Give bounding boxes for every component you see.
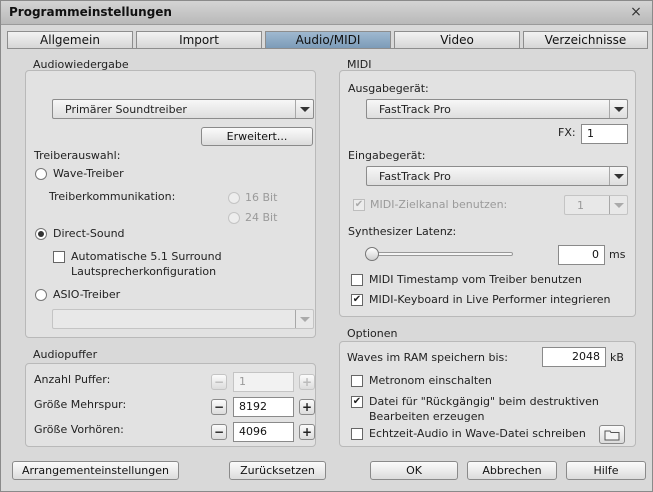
asio-driver-label: ASIO-Treiber	[53, 288, 121, 301]
bit24-radio[interactable]	[228, 212, 240, 224]
window-title: Programmeinstellungen	[9, 5, 172, 19]
fx-field[interactable]: 1	[581, 124, 628, 144]
chevron-down-icon	[609, 100, 627, 118]
buffer-count-label: Anzahl Puffer:	[34, 373, 111, 386]
driver-comm-label: Treiberkommunikation:	[49, 190, 176, 203]
realtime-audio-checkbox[interactable]	[351, 428, 363, 440]
arrangement-settings-button[interactable]: Arrangementeinstellungen	[12, 461, 179, 480]
chevron-down-icon	[295, 310, 313, 328]
ok-button[interactable]: OK	[370, 461, 458, 480]
help-button[interactable]: Hilfe	[566, 461, 646, 480]
tab-audio-midi[interactable]: Audio/MIDI	[265, 31, 391, 49]
keyboard-label: MIDI-Keyboard in Live Performer integrie…	[369, 293, 611, 306]
realtime-audio-label: Echtzeit-Audio in Wave-Datei schreiben	[369, 427, 586, 440]
input-device-dropdown[interactable]: FastTrack Pro	[366, 166, 628, 186]
advanced-button[interactable]: Erweitert...	[201, 127, 313, 146]
waves-ram-unit: kB	[610, 351, 624, 364]
audio-playback-title: Audiowiedergabe	[33, 58, 129, 71]
metronome-label: Metronom einschalten	[369, 374, 492, 387]
output-device-value: FastTrack Pro	[379, 103, 451, 116]
tab-import[interactable]: Import	[136, 31, 262, 49]
target-channel-value: 1	[577, 199, 584, 212]
latency-field[interactable]: 0	[558, 245, 605, 265]
tab-verzeichnisse[interactable]: Verzeichnisse	[523, 31, 648, 49]
audio-buffer-title: Audiopuffer	[33, 348, 98, 361]
chevron-down-icon	[295, 100, 313, 118]
wave-driver-label: Wave-Treiber	[53, 167, 124, 180]
tab-divider	[7, 48, 648, 49]
sound-driver-value: Primärer Soundtreiber	[65, 103, 187, 116]
bit24-label: 24 Bit	[245, 211, 278, 224]
options-title: Optionen	[347, 327, 398, 340]
input-device-value: FastTrack Pro	[379, 170, 451, 183]
asio-driver-radio[interactable]	[35, 289, 47, 301]
latency-slider-thumb[interactable]	[365, 247, 379, 261]
undo-file-label-line2: Bearbeiten erzeugen	[369, 410, 485, 423]
chevron-down-icon	[609, 196, 627, 214]
cancel-button[interactable]: Abbrechen	[467, 461, 557, 480]
undo-file-checkbox[interactable]: ✔	[351, 396, 363, 408]
output-device-dropdown[interactable]: FastTrack Pro	[366, 99, 628, 119]
bit16-label: 16 Bit	[245, 191, 278, 204]
preview-minus-button[interactable]: −	[211, 424, 227, 440]
driver-choice-label: Treiberauswahl:	[34, 149, 121, 162]
tab-video[interactable]: Video	[394, 31, 520, 49]
waves-ram-label: Waves im RAM speichern bis:	[347, 351, 508, 364]
bit16-radio[interactable]	[228, 192, 240, 204]
direct-sound-radio[interactable]	[35, 228, 47, 240]
settings-dialog: Programmeinstellungen × Allgemein Import…	[0, 0, 653, 492]
surround-label-line1: Automatische 5.1 Surround	[71, 250, 222, 263]
multitrack-size-field[interactable]: 8192	[233, 397, 294, 417]
keyboard-checkbox[interactable]: ✔	[351, 294, 363, 306]
buffer-count-minus-button[interactable]: −	[211, 374, 227, 390]
timestamp-label: MIDI Timestamp vom Treiber benutzen	[369, 273, 582, 286]
waves-ram-field[interactable]: 2048	[542, 347, 606, 367]
preview-size-label: Größe Vorhören:	[34, 423, 124, 436]
multitrack-plus-button[interactable]: +	[299, 399, 315, 415]
latency-slider-track[interactable]	[369, 252, 513, 256]
tab-allgemein[interactable]: Allgemein	[7, 31, 133, 49]
direct-sound-label: Direct-Sound	[53, 227, 125, 240]
undo-file-label-line1: Datei für "Rückgängig" beim destruktiven	[369, 395, 599, 408]
latency-unit: ms	[609, 248, 626, 261]
buffer-count-field[interactable]: 1	[233, 372, 294, 392]
folder-button[interactable]	[599, 425, 625, 444]
title-bar: Programmeinstellungen ×	[1, 1, 652, 25]
multitrack-size-label: Größe Mehrspur:	[34, 398, 127, 411]
target-channel-label: MIDI-Zielkanal benutzen:	[370, 198, 508, 211]
chevron-down-icon	[609, 167, 627, 185]
metronome-checkbox[interactable]	[351, 375, 363, 387]
reset-button[interactable]: Zurücksetzen	[229, 461, 326, 480]
output-device-label: Ausgabegerät:	[348, 82, 429, 95]
preview-plus-button[interactable]: +	[299, 424, 315, 440]
sound-driver-dropdown[interactable]: Primärer Soundtreiber	[52, 99, 314, 119]
fx-label: FX:	[558, 126, 576, 139]
preview-size-field[interactable]: 4096	[233, 422, 294, 442]
target-channel-dropdown[interactable]: 1	[564, 195, 628, 215]
folder-icon	[604, 430, 620, 440]
target-channel-checkbox[interactable]: ✔	[353, 199, 365, 211]
latency-label: Synthesizer Latenz:	[348, 225, 457, 238]
surround-checkbox[interactable]	[53, 251, 65, 263]
surround-label-line2: Lautsprecherkonfiguration	[71, 265, 217, 278]
asio-driver-dropdown[interactable]	[52, 309, 314, 329]
multitrack-minus-button[interactable]: −	[211, 399, 227, 415]
timestamp-checkbox[interactable]	[351, 274, 363, 286]
wave-driver-radio[interactable]	[35, 168, 47, 180]
midi-title: MIDI	[347, 58, 372, 71]
tab-bar: Allgemein Import Audio/MIDI Video Verzei…	[7, 31, 648, 49]
buffer-count-plus-button[interactable]: +	[299, 374, 315, 390]
close-icon[interactable]: ×	[628, 4, 644, 20]
input-device-label: Eingabegerät:	[348, 149, 426, 162]
